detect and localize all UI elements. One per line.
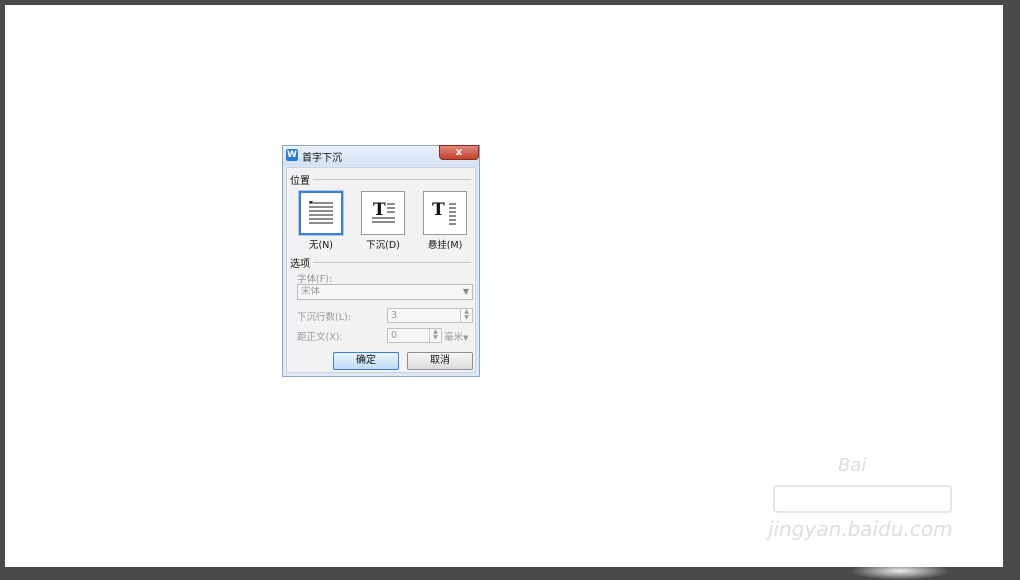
drop-cap-dropped-icon: T	[372, 200, 395, 223]
font-label: 字体(F):	[297, 274, 333, 285]
watermark-logo-box	[773, 485, 952, 513]
ok-button[interactable]: 确定	[333, 352, 399, 370]
drop-cap-margin-icon: T	[432, 200, 456, 225]
chevron-down-icon: ▼	[463, 334, 469, 342]
drop-cap-dialog: W 首字下沉 x 位置 T T 无(N) 下沉(D) 悬挂(M) 选项 字体(F…	[282, 145, 480, 377]
dialog-body: 位置 T T 无(N) 下沉(D) 悬挂(M) 选项 字体(F): 宋体 ▼ 下…	[286, 167, 476, 373]
font-select-value: 宋体	[301, 286, 321, 297]
spin-arrows-icon[interactable]: ▲ ▼	[460, 309, 472, 322]
spin-arrows-icon[interactable]: ▲ ▼	[429, 329, 441, 342]
distance-stepper[interactable]: 0 ▲ ▼	[387, 328, 442, 343]
option-none-label: 无(N)	[308, 240, 334, 251]
watermark-top: Bai	[838, 455, 867, 476]
font-select[interactable]: 宋体 ▼	[297, 284, 473, 300]
distance-unit: 毫米	[444, 332, 464, 343]
lines-stepper[interactable]: 3 ▲ ▼	[387, 308, 473, 323]
lines-label: 下沉行数(L):	[297, 312, 351, 323]
watermark-text: jingyan.baidu.com	[768, 517, 953, 541]
option-dropped-label: 下沉(D)	[366, 240, 400, 251]
distance-unit-select[interactable]: 毫米▼	[444, 329, 468, 343]
drop-cap-none-option[interactable]	[298, 190, 344, 236]
wps-app-icon: W	[286, 149, 298, 161]
cancel-button[interactable]: 取消	[407, 352, 473, 370]
chevron-down-icon: ▼	[462, 287, 469, 296]
dialog-title: 首字下沉	[302, 153, 342, 164]
drop-cap-dropped-option[interactable]: T	[361, 191, 405, 235]
options-group-label: 选项	[290, 259, 310, 270]
distance-value: 0	[391, 330, 398, 341]
lines-value: 3	[391, 310, 398, 321]
options-divider	[313, 262, 471, 263]
drop-cap-none-icon	[309, 201, 333, 224]
svg-text:T: T	[432, 200, 445, 220]
position-divider	[313, 179, 471, 180]
watermark: Bai jingyan.baidu.com	[768, 455, 958, 555]
dialog-titlebar[interactable]: W 首字下沉 x	[283, 145, 479, 166]
position-group-label: 位置	[290, 176, 310, 187]
drop-cap-margin-option[interactable]: T	[423, 191, 467, 235]
close-button[interactable]: x	[439, 145, 479, 160]
distance-label: 距正文(X):	[297, 332, 343, 343]
bottom-glow	[850, 562, 950, 580]
option-margin-label: 悬挂(M)	[427, 240, 463, 251]
